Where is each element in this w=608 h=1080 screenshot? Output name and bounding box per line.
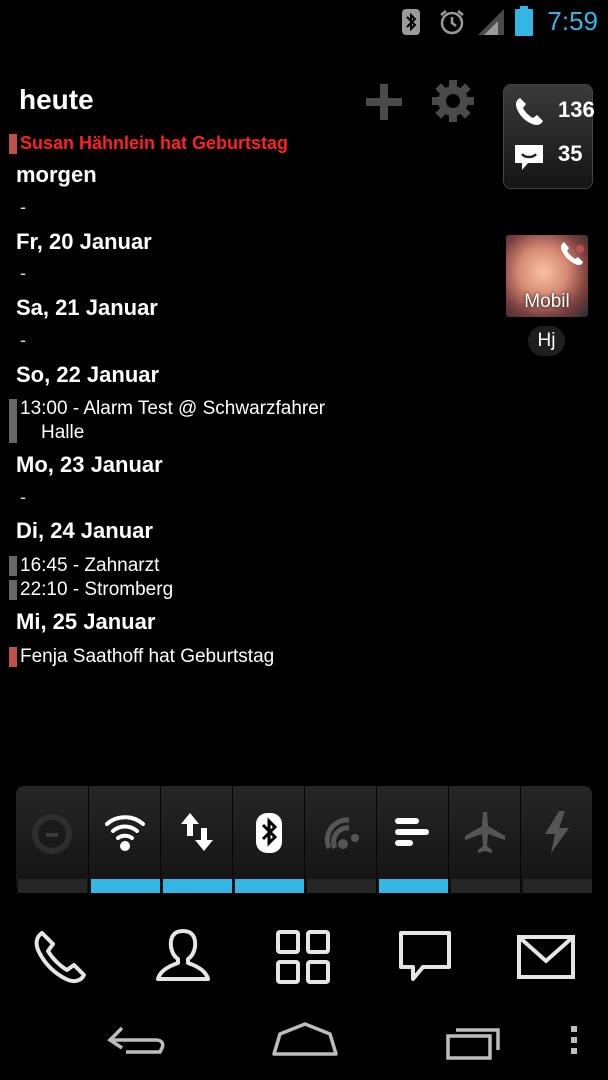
bluetooth-toggle[interactable] xyxy=(232,786,304,893)
day-heading-sat[interactable]: Sa, 21 Januar xyxy=(16,295,158,321)
sync-indicator xyxy=(307,879,376,893)
event-sun-alarm[interactable]: 13:00 - Alarm Test @ Schwarzfahrer xyxy=(20,397,325,421)
alarm-icon xyxy=(440,10,464,35)
settings-gear-icon[interactable] xyxy=(431,79,475,123)
contact-number-type: Mobil xyxy=(524,291,570,312)
no-event-marker: - xyxy=(20,197,26,217)
flash-toggle[interactable] xyxy=(520,786,592,893)
brightness-toggle[interactable] xyxy=(376,786,448,893)
no-event-marker: - xyxy=(20,487,26,507)
flash-icon xyxy=(545,811,569,853)
quick-settings-widget xyxy=(16,786,592,893)
event-bar xyxy=(9,580,17,600)
flash-indicator xyxy=(523,879,592,893)
home-icon[interactable] xyxy=(270,1018,340,1062)
status-clock: 7:59 xyxy=(547,6,598,36)
missed-calls-count: 136 xyxy=(558,97,595,122)
brightness-indicator xyxy=(379,879,448,893)
gps-toggle[interactable] xyxy=(16,786,88,893)
back-icon[interactable] xyxy=(104,1018,174,1062)
sync-icon xyxy=(324,817,359,850)
unread-messages-counter[interactable]: 35 xyxy=(512,139,592,173)
phone-icon[interactable] xyxy=(30,927,90,987)
airplane-icon xyxy=(465,812,505,853)
bluetooth-indicator xyxy=(235,879,304,893)
event-sun-alarm-location[interactable]: Halle xyxy=(41,421,84,445)
event-tue-stromberg[interactable]: 22:10 - Stromberg xyxy=(20,578,173,602)
battery-icon xyxy=(515,6,533,36)
call-overlay-icon xyxy=(560,242,584,266)
airplane-mode-toggle[interactable] xyxy=(448,786,520,893)
mobile-data-indicator xyxy=(163,879,232,893)
contacts-icon[interactable] xyxy=(153,927,213,987)
day-heading-wed[interactable]: Mi, 25 Januar xyxy=(16,609,155,635)
gps-icon xyxy=(32,814,72,854)
app-dock xyxy=(0,917,608,999)
menu-icon[interactable] xyxy=(540,1018,608,1062)
message-icon xyxy=(515,145,543,170)
bluetooth-icon xyxy=(256,813,282,853)
phone-icon xyxy=(516,98,543,125)
day-heading-fri[interactable]: Fr, 20 Januar xyxy=(16,229,152,255)
contact-shortcut-photo[interactable]: Mobil xyxy=(506,235,588,317)
status-bar: 7:59 xyxy=(0,0,608,44)
brightness-bars-icon xyxy=(395,818,429,846)
mobile-data-toggle[interactable] xyxy=(160,786,232,893)
data-arrows-icon xyxy=(181,813,213,851)
airplane-mode-indicator xyxy=(451,879,520,893)
day-heading-tomorrow[interactable]: morgen xyxy=(16,162,97,188)
event-birthday-wed[interactable]: Fenja Saathoff hat Geburtstag xyxy=(20,645,274,669)
birthday-event-bar xyxy=(9,647,17,667)
wifi-indicator xyxy=(91,879,160,893)
event-tue-dentist[interactable]: 16:45 - Zahnarzt xyxy=(20,554,159,578)
day-heading-mon[interactable]: Mo, 23 Januar xyxy=(16,452,163,478)
unread-messages-count: 35 xyxy=(558,141,583,166)
sync-toggle[interactable] xyxy=(304,786,376,893)
no-event-marker: - xyxy=(20,263,26,283)
wifi-toggle[interactable] xyxy=(88,786,160,893)
missed-calls-counter[interactable]: 136 xyxy=(512,95,595,129)
day-heading-sun[interactable]: So, 22 Januar xyxy=(16,362,159,388)
signal-icon xyxy=(478,9,504,35)
email-icon[interactable] xyxy=(516,927,576,987)
no-event-marker: - xyxy=(20,330,26,350)
contact-name[interactable]: Hj xyxy=(528,326,565,356)
event-bar xyxy=(9,556,17,576)
messaging-icon[interactable] xyxy=(395,927,455,987)
event-birthday-today[interactable]: Susan Hähnlein hat Geburtstag xyxy=(20,131,288,155)
birthday-event-bar xyxy=(9,134,17,154)
event-bar xyxy=(9,399,17,443)
gps-indicator xyxy=(18,879,87,893)
recents-icon[interactable] xyxy=(440,1018,510,1062)
navigation-bar xyxy=(0,1000,608,1080)
add-event-icon[interactable] xyxy=(364,82,404,122)
day-heading-today[interactable]: heute xyxy=(19,84,94,116)
wifi-icon xyxy=(105,815,145,851)
day-heading-tue[interactable]: Di, 24 Januar xyxy=(16,518,153,544)
missed-counter-widget[interactable]: 136 35 xyxy=(503,84,595,189)
apps-grid-icon[interactable] xyxy=(273,927,333,987)
bluetooth-icon xyxy=(402,9,420,35)
